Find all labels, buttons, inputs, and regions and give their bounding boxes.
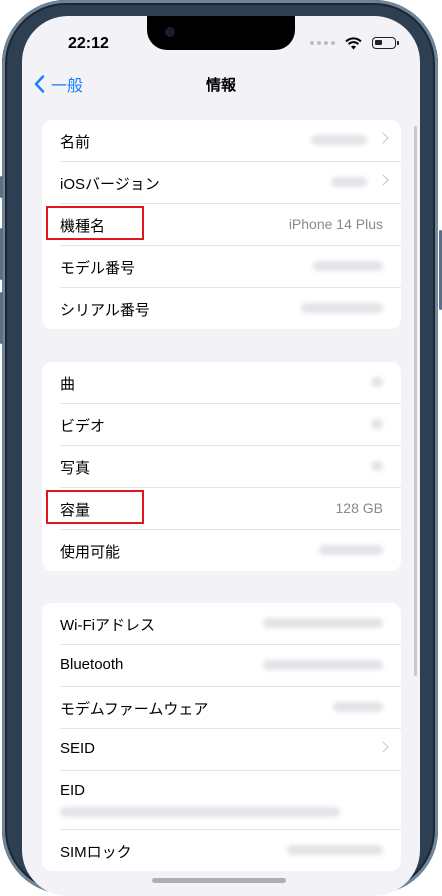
row-serial-number: シリアル番号 [60,288,401,329]
signal-icon [310,41,335,45]
redacted-value [263,660,383,670]
row-label: Bluetooth [60,656,124,673]
row-wifi-address: Wi-Fiアドレス [60,603,401,645]
row-videos: ビデオ [60,404,401,446]
redacted-value [313,261,383,271]
row-label: シリアル番号 [60,302,150,319]
row-capacity: 容量 128 GB [46,488,401,530]
chevron-right-icon [377,132,389,144]
front-camera-icon [165,27,175,37]
row-label: EID [60,782,86,799]
row-name[interactable]: 名前 [60,120,401,162]
info-group-network: Wi-Fiアドレス Bluetooth モデムファームウェア SEID EID … [42,603,401,871]
home-indicator[interactable] [152,878,286,883]
chevron-right-icon [377,174,389,186]
row-model-number: モデル番号 [60,246,401,288]
row-modem-firmware: モデムファームウェア [60,687,401,729]
row-label: SEID [60,740,96,757]
wifi-icon [345,36,362,49]
side-button-left-bottom [0,292,3,344]
redacted-value [333,702,383,712]
row-label: モデムファームウェア [60,701,209,718]
scrollbar[interactable] [414,126,417,676]
row-ios-version[interactable]: iOSバージョン [60,162,401,204]
screen: 22:12 一般 情報 名前 iOSバージョン 機種名 iPhone 14 Pl… [22,16,420,896]
row-label: Wi-Fiアドレス [60,617,155,634]
row-bluetooth: Bluetooth [60,645,401,687]
redacted-value [301,303,383,313]
row-label: SIMロック [60,844,132,861]
redacted-value [331,177,367,187]
row-label: 使用可能 [60,544,121,561]
row-label: 曲 [60,376,76,393]
row-label: ビデオ [60,418,106,435]
redacted-value [287,845,383,855]
row-label: iOSバージョン [60,176,160,193]
redacted-value [311,135,367,145]
status-icons [310,36,399,50]
row-label: 機種名 [60,218,106,235]
page-title: 情報 [205,77,236,94]
row-available: 使用可能 [60,530,401,571]
side-button-left-top [0,176,3,198]
info-group-media: 曲 ビデオ 写真 容量 128 GB 使用可能 [42,362,401,571]
redacted-value [60,807,340,817]
row-songs: 曲 [60,362,401,404]
row-eid: EID [60,771,401,830]
redacted-value [371,419,383,429]
chevron-right-icon [377,741,389,753]
info-group-device: 名前 iOSバージョン 機種名 iPhone 14 Plus モデル番号 シリア… [42,120,401,329]
status-time: 22:12 [68,35,109,52]
row-label: モデル番号 [60,260,136,277]
redacted-value [371,377,383,387]
row-value: 128 GB [335,500,383,516]
row-label: 容量 [60,502,91,519]
row-label: 名前 [60,134,91,151]
notch [147,16,295,50]
row-value: iPhone 14 Plus [288,216,383,232]
redacted-value [371,461,383,471]
row-model-name: 機種名 iPhone 14 Plus [46,204,401,246]
row-photos: 写真 [60,446,401,488]
row-seid[interactable]: SEID [60,729,401,771]
row-sim-lock: SIMロック [60,830,401,871]
row-label: 写真 [60,460,91,477]
side-button-left-mid [0,228,3,280]
redacted-value [319,545,383,555]
redacted-value [263,618,383,628]
battery-icon [372,37,399,49]
